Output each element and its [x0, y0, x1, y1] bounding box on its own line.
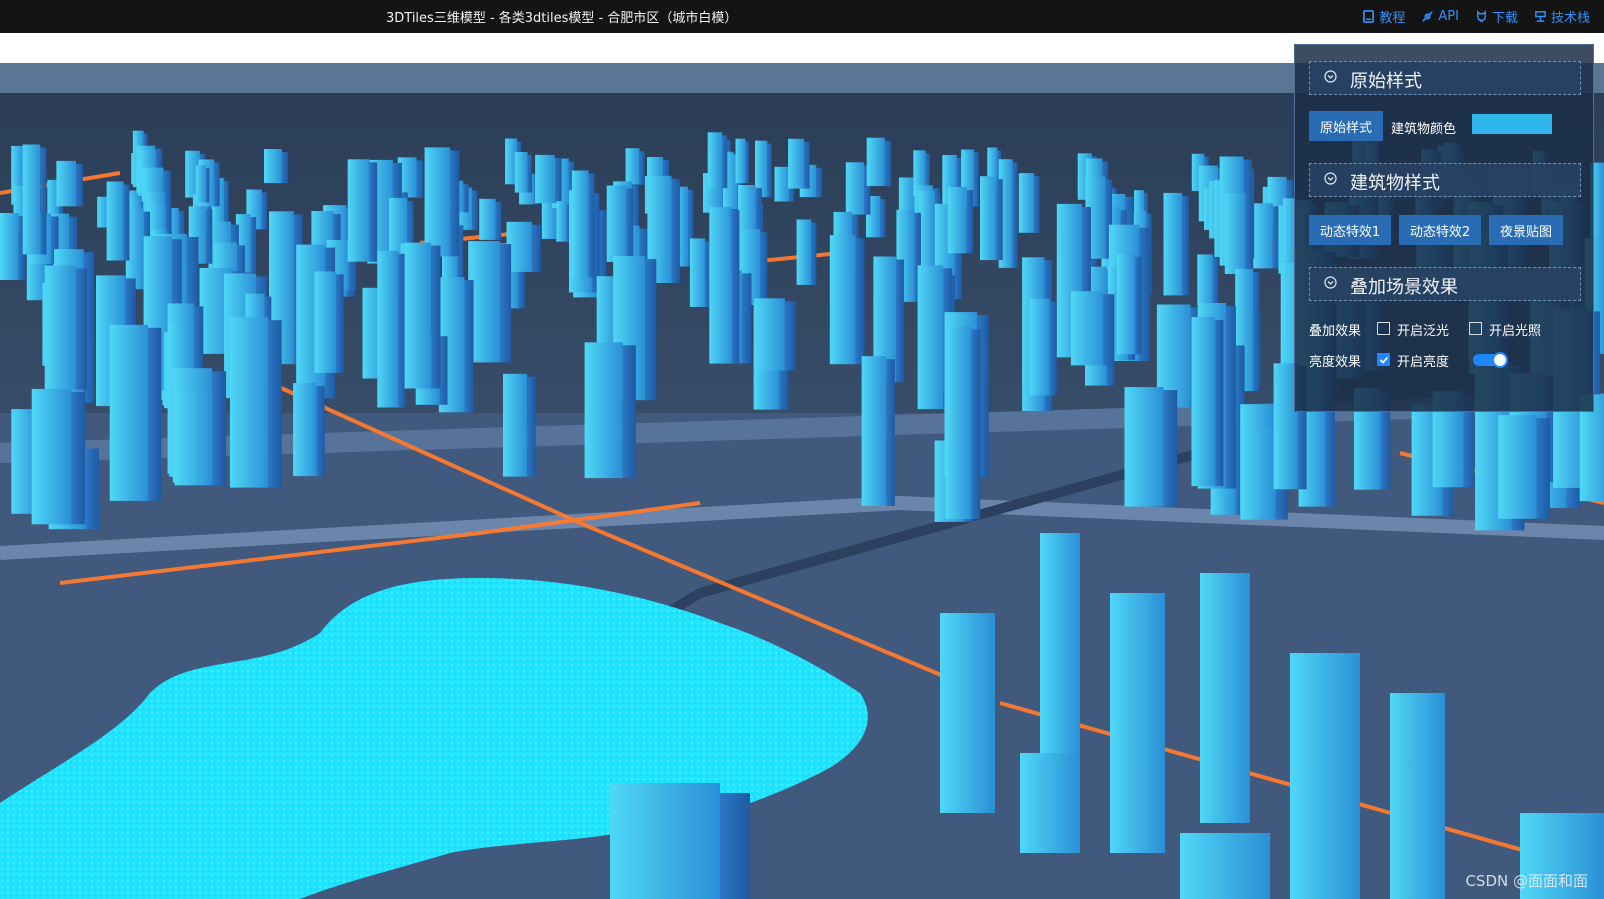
check-icon	[1379, 356, 1389, 364]
link-tutorial[interactable]: 教程	[1362, 7, 1405, 26]
chevron-down-icon	[1324, 172, 1337, 185]
lighting-label: 开启光照	[1489, 324, 1542, 339]
link-tech-stack[interactable]: 技术栈	[1534, 7, 1590, 26]
link-download-label: 下载	[1491, 11, 1518, 26]
page-title: 3DTiles三维模型 - 各类3dtiles模型 - 合肥市区（城市白模）	[386, 11, 738, 26]
section-title-original: 原始样式	[1350, 71, 1422, 92]
brightness-checkbox-label: 开启亮度	[1397, 355, 1450, 370]
book-icon	[1363, 10, 1375, 23]
watermark-text: CSDN @面面和面	[1465, 872, 1588, 890]
bloom-checkbox[interactable]	[1377, 322, 1390, 335]
brightness-slider[interactable]	[1473, 352, 1508, 368]
section-header-building[interactable]: 建筑物样式	[1309, 163, 1581, 197]
dynamic-effect-1-button[interactable]: 动态特效1	[1309, 215, 1391, 245]
brightness-effect-label: 亮度效果	[1309, 355, 1362, 370]
link-api[interactable]: API	[1421, 7, 1459, 26]
overlay-effect-label: 叠加效果	[1309, 324, 1362, 339]
lighting-checkbox[interactable]	[1469, 322, 1482, 335]
link-api-label: API	[1438, 9, 1459, 24]
building-color-label: 建筑物颜色	[1391, 122, 1457, 137]
link-download[interactable]: 下载	[1475, 7, 1518, 26]
link-tech-stack-label: 技术栈	[1550, 11, 1590, 26]
section-title-overlay: 叠加场景效果	[1350, 277, 1458, 298]
chevron-down-icon	[1324, 70, 1337, 83]
header-links: 教程 API 下载 技术栈	[1362, 7, 1590, 26]
github-icon	[1477, 10, 1486, 23]
control-panel: 原始样式 原始样式 建筑物颜色 建筑物样式 动态特效1 动态特效2 夜景贴图 叠…	[1294, 44, 1594, 412]
bloom-label: 开启泛光	[1397, 324, 1450, 339]
night-texture-button[interactable]: 夜景贴图	[1489, 215, 1563, 245]
brightness-checkbox[interactable]	[1377, 353, 1390, 366]
brightness-slider-handle[interactable]	[1492, 352, 1508, 368]
top-bar: 3DTiles三维模型 - 各类3dtiles模型 - 合肥市区（城市白模） 教…	[0, 0, 1604, 33]
original-style-button[interactable]: 原始样式	[1309, 111, 1383, 141]
link-tutorial-label: 教程	[1379, 11, 1406, 26]
chevron-down-icon	[1324, 276, 1337, 289]
section-title-building: 建筑物样式	[1350, 173, 1440, 194]
dynamic-effect-2-button[interactable]: 动态特效2	[1399, 215, 1481, 245]
building-color-picker[interactable]	[1472, 114, 1552, 134]
stack-icon	[1535, 11, 1546, 22]
section-header-overlay[interactable]: 叠加场景效果	[1309, 267, 1581, 301]
api-icon	[1422, 11, 1434, 22]
section-header-original[interactable]: 原始样式	[1309, 61, 1581, 95]
